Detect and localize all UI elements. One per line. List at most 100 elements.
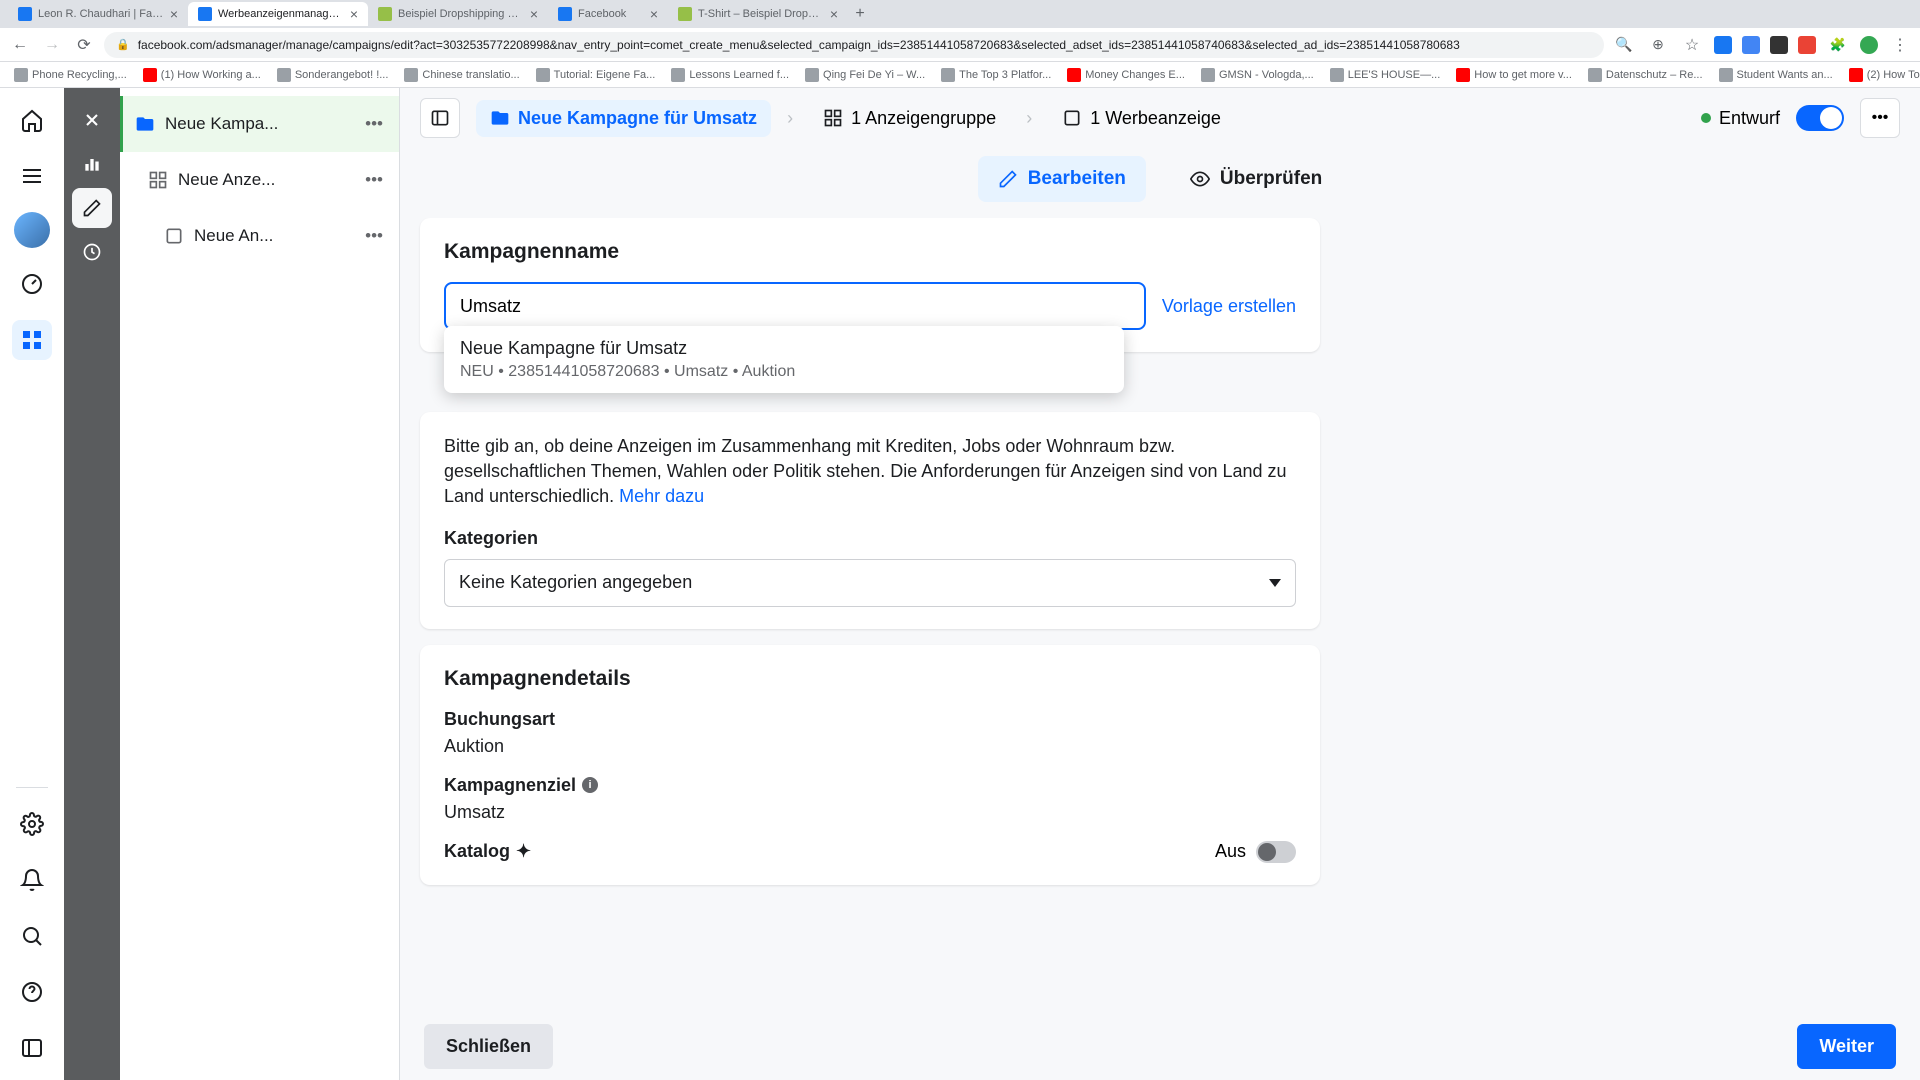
extension-icons: 🔍 ⊕ ☆ 🧩 ⋮ bbox=[1612, 33, 1912, 57]
bookmark-item[interactable]: Lessons Learned f... bbox=[665, 66, 795, 84]
campaign-details-card: Kampagnendetails Buchungsart Auktion Kam… bbox=[420, 645, 1320, 885]
campaign-name-title: Kampagnenname bbox=[444, 240, 1296, 264]
tree-ad[interactable]: Neue An... ••• bbox=[120, 208, 399, 264]
browser-tab[interactable]: Leon R. Chaudhari | Facebook× bbox=[8, 2, 188, 26]
profile-avatar[interactable] bbox=[1860, 36, 1878, 54]
close-tab-icon[interactable]: × bbox=[824, 6, 838, 22]
bookmark-item[interactable]: Sonderangebot! !... bbox=[271, 66, 395, 84]
tab-title: Beispiel Dropshipping Store - bbox=[398, 8, 524, 20]
more-icon[interactable]: ••• bbox=[361, 222, 387, 250]
ext-icon-2[interactable] bbox=[1742, 36, 1760, 54]
help-icon[interactable] bbox=[12, 972, 52, 1012]
favicon bbox=[378, 7, 392, 21]
forward-button[interactable]: → bbox=[40, 33, 64, 57]
back-button[interactable]: ← bbox=[8, 33, 32, 57]
bookmark-item[interactable]: Qing Fei De Yi – W... bbox=[799, 66, 931, 84]
more-icon[interactable]: ••• bbox=[361, 110, 387, 138]
ext-icon-4[interactable] bbox=[1798, 36, 1816, 54]
close-tab-icon[interactable]: × bbox=[524, 6, 538, 22]
bookmark-label: Sonderangebot! !... bbox=[295, 69, 389, 81]
browser-tab[interactable]: Facebook× bbox=[548, 2, 668, 26]
bookmark-item[interactable]: LEE'S HOUSE—... bbox=[1324, 66, 1447, 84]
settings-icon[interactable] bbox=[12, 804, 52, 844]
bookmark-item[interactable]: GMSN - Vologda,... bbox=[1195, 66, 1320, 84]
bookmark-favicon bbox=[536, 68, 550, 82]
campaign-toggle[interactable] bbox=[1796, 105, 1844, 131]
reload-button[interactable]: ⟳ bbox=[72, 33, 96, 57]
bookmark-item[interactable]: (2) How To Add A... bbox=[1843, 66, 1920, 84]
ext-icon-3[interactable] bbox=[1770, 36, 1788, 54]
more-link[interactable]: Mehr dazu bbox=[619, 486, 704, 506]
browser-tab[interactable]: T-Shirt – Beispiel Dropshippin× bbox=[668, 2, 848, 26]
next-button[interactable]: Weiter bbox=[1797, 1024, 1896, 1069]
translate-icon[interactable]: ⊕ bbox=[1646, 33, 1670, 57]
breadcrumb-adset[interactable]: 1 Anzeigengruppe bbox=[809, 100, 1010, 137]
tab-title: Werbeanzeigenmanager - We bbox=[218, 8, 344, 20]
breadcrumb-campaign[interactable]: Neue Kampagne für Umsatz bbox=[476, 100, 771, 137]
ext-icon-1[interactable] bbox=[1714, 36, 1732, 54]
home-icon[interactable] bbox=[12, 100, 52, 140]
autocomplete-subtitle: NEU • 23851441058720683 • Umsatz • Aukti… bbox=[460, 363, 1108, 381]
campaign-name-input[interactable] bbox=[444, 282, 1146, 330]
bookmark-item[interactable]: How to get more v... bbox=[1450, 66, 1578, 84]
bookmark-item[interactable]: Money Changes E... bbox=[1061, 66, 1191, 84]
bookmark-item[interactable]: Chinese translatio... bbox=[398, 66, 525, 84]
tab-edit[interactable]: Bearbeiten bbox=[978, 156, 1146, 202]
new-tab-button[interactable]: + bbox=[848, 2, 872, 26]
panel-toggle-button[interactable] bbox=[420, 98, 460, 138]
account-avatar[interactable] bbox=[14, 212, 50, 248]
content-scroll[interactable]: Kampagnenname Vorlage erstellen Neue Kam… bbox=[400, 218, 1920, 1080]
browser-chrome: Leon R. Chaudhari | Facebook×Werbeanzeig… bbox=[0, 0, 1920, 88]
close-tab-icon[interactable]: × bbox=[164, 6, 178, 22]
bookmark-item[interactable]: Datenschutz – Re... bbox=[1582, 66, 1709, 84]
tree-campaign[interactable]: Neue Kampa... ••• bbox=[120, 96, 399, 152]
bookmark-item[interactable]: (1) How Working a... bbox=[137, 66, 267, 84]
gauge-icon[interactable] bbox=[12, 264, 52, 304]
bookmark-item[interactable]: Phone Recycling,... bbox=[8, 66, 133, 84]
categories-select[interactable]: Keine Kategorien angegeben bbox=[444, 559, 1296, 607]
close-tab-icon[interactable]: × bbox=[644, 6, 658, 22]
close-editor-button[interactable] bbox=[72, 100, 112, 140]
url-field[interactable]: 🔒 facebook.com/adsmanager/manage/campaig… bbox=[104, 32, 1604, 58]
bookmark-favicon bbox=[1456, 68, 1470, 82]
bookmark-item[interactable]: Student Wants an... bbox=[1713, 66, 1839, 84]
caret-down-icon bbox=[1269, 579, 1281, 587]
search-rail-icon[interactable] bbox=[12, 916, 52, 956]
action-tabs: Bearbeiten Überprüfen bbox=[400, 148, 1920, 218]
star-icon[interactable]: ☆ bbox=[1680, 33, 1704, 57]
catalog-toggle[interactable] bbox=[1256, 841, 1296, 863]
status-label: Entwurf bbox=[1719, 108, 1780, 129]
info-icon[interactable]: i bbox=[582, 777, 598, 793]
left-rail bbox=[0, 88, 64, 1080]
tree-ad-label: Neue An... bbox=[194, 226, 361, 246]
tab-title: Facebook bbox=[578, 8, 644, 20]
tree-adset[interactable]: Neue Anze... ••• bbox=[120, 152, 399, 208]
catalog-label: Katalog ✦ bbox=[444, 841, 531, 862]
breadcrumb-ad[interactable]: 1 Werbeanzeige bbox=[1048, 100, 1235, 137]
more-icon[interactable]: ••• bbox=[361, 166, 387, 194]
edit-tool-icon[interactable] bbox=[72, 188, 112, 228]
tool-strip bbox=[64, 88, 120, 1080]
bookmark-label: Phone Recycling,... bbox=[32, 69, 127, 81]
bookmark-item[interactable]: Tutorial: Eigene Fa... bbox=[530, 66, 662, 84]
browser-tab[interactable]: Werbeanzeigenmanager - We× bbox=[188, 2, 368, 26]
tab-review[interactable]: Überprüfen bbox=[1170, 156, 1342, 202]
bell-icon[interactable] bbox=[12, 860, 52, 900]
browser-tab[interactable]: Beispiel Dropshipping Store -× bbox=[368, 2, 548, 26]
more-button[interactable]: ••• bbox=[1860, 98, 1900, 138]
create-template-link[interactable]: Vorlage erstellen bbox=[1162, 296, 1296, 317]
close-tab-icon[interactable]: × bbox=[344, 6, 358, 22]
bookmark-item[interactable]: The Top 3 Platfor... bbox=[935, 66, 1057, 84]
history-tool-icon[interactable] bbox=[72, 232, 112, 272]
status-pill: Entwurf bbox=[1701, 108, 1780, 129]
menu-icon[interactable]: ⋮ bbox=[1888, 33, 1912, 57]
menu-rail-icon[interactable] bbox=[12, 156, 52, 196]
close-button[interactable]: Schließen bbox=[424, 1024, 553, 1069]
collapse-icon[interactable] bbox=[12, 1028, 52, 1068]
zoom-icon[interactable]: 🔍 bbox=[1612, 33, 1636, 57]
chart-tool-icon[interactable] bbox=[72, 144, 112, 184]
autocomplete-dropdown[interactable]: Neue Kampagne für Umsatz NEU • 238514410… bbox=[444, 326, 1124, 393]
grid-icon[interactable] bbox=[12, 320, 52, 360]
bookmark-favicon bbox=[941, 68, 955, 82]
extensions-icon[interactable]: 🧩 bbox=[1826, 33, 1850, 57]
